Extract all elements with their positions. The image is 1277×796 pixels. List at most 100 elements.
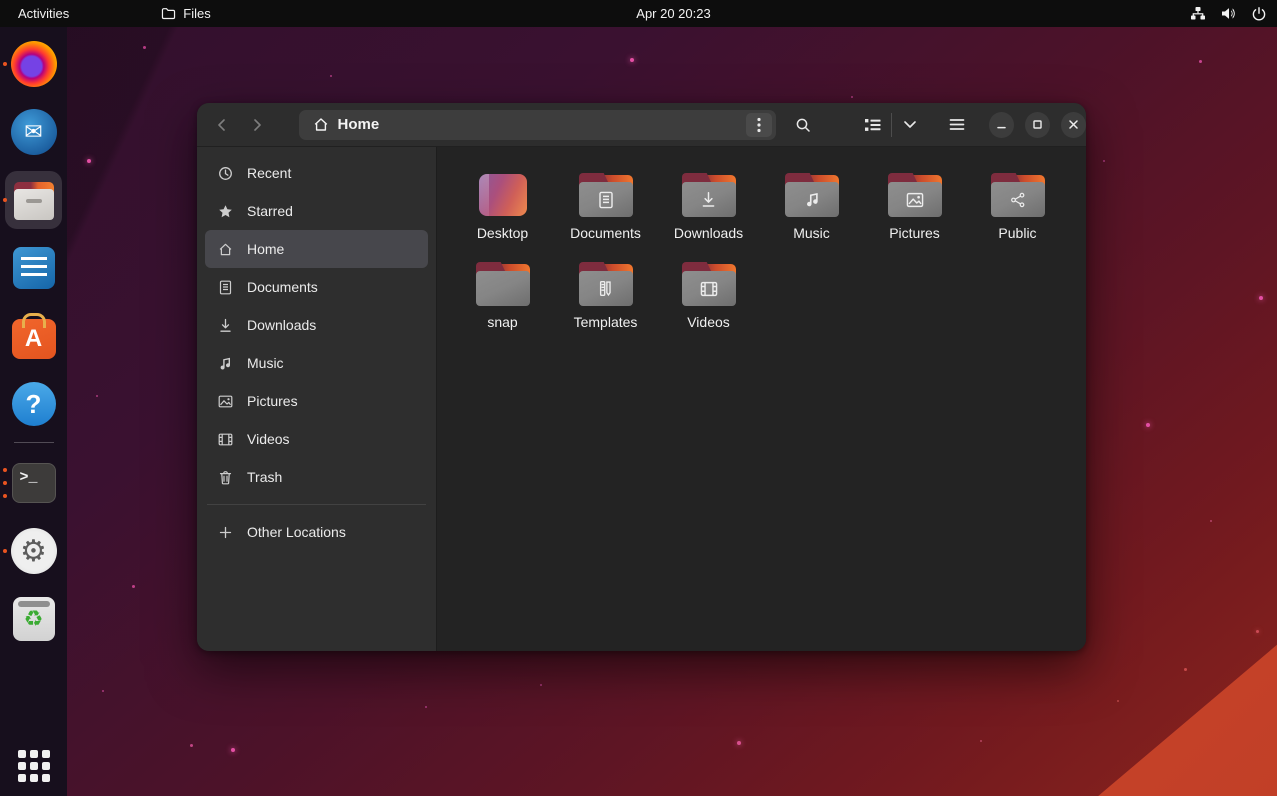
clock-label: Apr 20 20:23 — [636, 6, 710, 21]
file-label: Downloads — [674, 225, 743, 241]
file-browser-content[interactable]: Desktop Documents — [437, 147, 1086, 651]
file-item-videos[interactable]: Videos — [657, 262, 760, 351]
files-window: Home — [197, 103, 1086, 651]
forward-icon — [250, 118, 264, 132]
sidebar-item-label: Music — [247, 355, 284, 371]
path-menu-button[interactable] — [746, 113, 772, 137]
dock-item-settings[interactable]: ⚙ — [0, 525, 67, 577]
sidebar-item-label: Downloads — [247, 317, 316, 333]
sidebar-item-trash[interactable]: Trash — [205, 458, 428, 496]
file-item-desktop[interactable]: Desktop — [451, 173, 554, 262]
download-icon — [217, 318, 233, 333]
file-label: Music — [793, 225, 830, 241]
sidebar-item-starred[interactable]: Starred — [205, 192, 428, 230]
show-applications-icon[interactable] — [18, 750, 50, 782]
star-dot — [330, 75, 332, 77]
maximize-button[interactable] — [1025, 112, 1050, 138]
file-grid: Desktop Documents — [451, 173, 1086, 351]
star-dot — [1184, 668, 1187, 671]
search-button[interactable] — [788, 109, 819, 141]
file-label: Templates — [574, 314, 638, 330]
home-icon — [313, 117, 329, 132]
folder-icon — [161, 7, 176, 20]
file-item-public[interactable]: Public — [966, 173, 1069, 262]
sidebar-item-other-locations[interactable]: Other Locations — [205, 513, 428, 551]
app-menu-label: Files — [183, 6, 210, 21]
sidebar-item-home[interactable]: Home — [205, 230, 428, 268]
thunderbird-icon: ✉ — [11, 109, 57, 155]
dock-item-terminal[interactable]: >_ — [0, 457, 67, 509]
dock-item-firefox[interactable] — [0, 38, 67, 90]
file-label: snap — [487, 314, 517, 330]
dock-item-libreoffice-writer[interactable] — [0, 242, 67, 294]
template-glyph-icon — [579, 271, 633, 306]
help-icon: ? — [12, 382, 56, 426]
dock: ✉ A ? >_ ⚙ ♻ — [0, 27, 67, 796]
plus-icon — [217, 526, 233, 539]
sidebar-item-music[interactable]: Music — [205, 344, 428, 382]
view-options-button[interactable] — [894, 109, 926, 141]
snap-folder-icon — [476, 262, 530, 306]
sidebar-item-pictures[interactable]: Pictures — [205, 382, 428, 420]
star-dot — [737, 741, 741, 745]
close-button[interactable] — [1061, 112, 1086, 138]
dock-divider — [14, 442, 54, 443]
star-dot — [980, 740, 982, 742]
star-dot — [1117, 700, 1119, 702]
minimize-button[interactable] — [989, 112, 1014, 138]
path-bar[interactable]: Home — [299, 110, 776, 140]
sidebar-item-recent[interactable]: Recent — [205, 154, 428, 192]
clock-button[interactable]: Apr 20 20:23 — [636, 6, 710, 21]
list-view-button[interactable] — [857, 109, 889, 141]
file-item-downloads[interactable]: Downloads — [657, 173, 760, 262]
trash-icon: ♻ — [13, 597, 55, 641]
star-dot — [1103, 160, 1105, 162]
download-glyph-icon — [682, 182, 736, 217]
dock-item-ubuntu-software[interactable]: A — [0, 310, 67, 362]
sidebar-item-label: Trash — [247, 469, 282, 485]
dock-item-help[interactable]: ? — [0, 378, 67, 430]
file-label: Pictures — [889, 225, 940, 241]
dock-item-files[interactable] — [0, 174, 67, 226]
minimize-icon — [996, 119, 1007, 130]
sidebar-item-downloads[interactable]: Downloads — [205, 306, 428, 344]
terminal-icon: >_ — [12, 463, 56, 503]
activities-label: Activities — [18, 6, 69, 21]
file-item-pictures[interactable]: Pictures — [863, 173, 966, 262]
document-icon — [217, 280, 233, 295]
forward-button[interactable] — [240, 110, 275, 140]
film-glyph-icon — [682, 271, 736, 306]
running-indicator — [3, 468, 7, 498]
desktop-folder-icon — [476, 173, 530, 217]
dock-item-trash[interactable]: ♻ — [0, 593, 67, 645]
file-item-documents[interactable]: Documents — [554, 173, 657, 262]
maximize-icon — [1032, 119, 1043, 130]
back-button[interactable] — [205, 110, 240, 140]
star-dot — [231, 748, 235, 752]
file-item-snap[interactable]: snap — [451, 262, 554, 351]
chevron-down-icon — [903, 120, 917, 129]
downloads-folder-icon — [682, 173, 736, 217]
star-dot — [425, 706, 427, 708]
trash-icon — [217, 470, 233, 485]
back-icon — [215, 118, 229, 132]
music-glyph-icon — [785, 182, 839, 217]
dock-item-thunderbird[interactable]: ✉ — [0, 106, 67, 158]
templates-folder-icon — [579, 262, 633, 306]
power-icon — [1251, 6, 1267, 22]
main-menu-button[interactable] — [942, 109, 973, 141]
sidebar-item-videos[interactable]: Videos — [205, 420, 428, 458]
image-glyph-icon — [888, 182, 942, 217]
share-glyph-icon — [991, 182, 1045, 217]
activities-button[interactable]: Activities — [0, 0, 87, 27]
sidebar-item-documents[interactable]: Documents — [205, 268, 428, 306]
star-icon — [217, 204, 233, 219]
file-item-music[interactable]: Music — [760, 173, 863, 262]
system-status-area[interactable] — [1190, 6, 1267, 22]
file-item-templates[interactable]: Templates — [554, 262, 657, 351]
hamburger-menu-icon — [949, 118, 965, 131]
music-folder-icon — [785, 173, 839, 217]
star-dot — [851, 96, 853, 98]
app-menu-button[interactable]: Files — [149, 0, 222, 27]
view-toggle-separator — [891, 113, 892, 137]
